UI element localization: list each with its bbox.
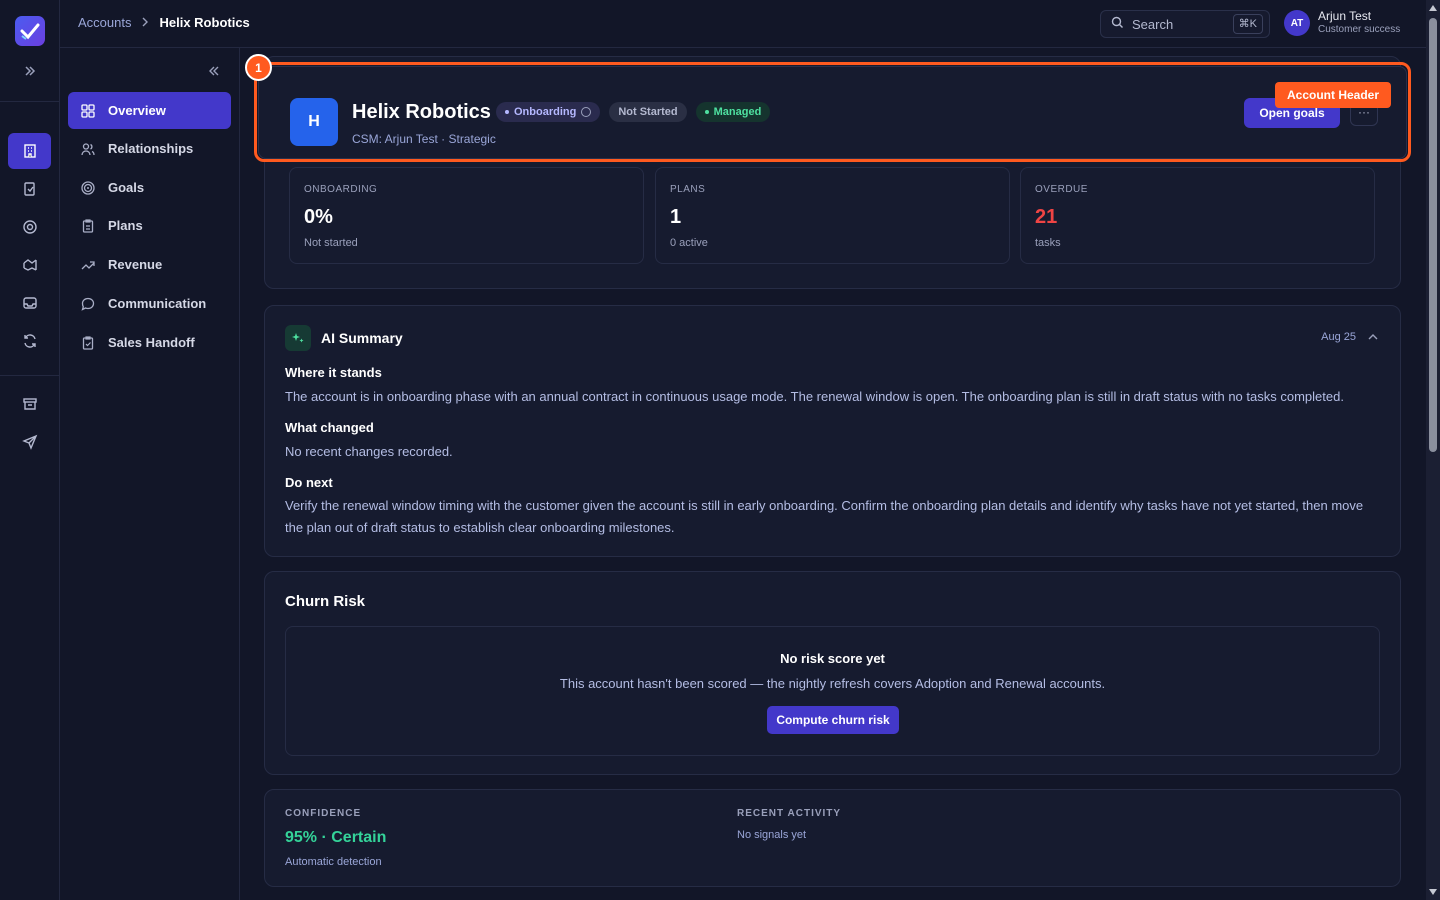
inbox-icon[interactable] [8,285,51,321]
scroll-up-arrow[interactable] [1429,5,1437,11]
scrollbar-thumb[interactable] [1429,18,1437,452]
trend-up-icon [80,257,96,273]
ai-summary-card: AI Summary Aug 25 Where it stands The ac… [264,305,1401,557]
collapse-sidebar-icon[interactable] [205,62,223,80]
stat-sub: 0 active [670,237,708,249]
churn-empty-state: No risk score yet This account hasn't be… [285,626,1380,756]
target-icon[interactable] [8,209,51,245]
expand-sidebar-icon[interactable] [18,61,42,81]
stat-sub: Not started [304,237,358,249]
confidence-sub: Automatic detection [285,856,382,868]
breadcrumb: Accounts Helix Robotics [78,15,250,30]
account-badges: Onboarding Not Started Managed [496,102,771,122]
compute-churn-risk-button[interactable]: Compute churn risk [767,706,899,734]
search-placeholder: Search [1132,16,1174,32]
handshake-icon[interactable] [8,247,51,283]
section-heading: Where it stands [285,365,382,380]
sidebar-item-overview[interactable]: Overview [68,92,231,129]
user-menu[interactable]: AT Arjun Test Customer success [1284,10,1400,36]
sidebar-item-label: Revenue [108,257,163,272]
file-check-icon[interactable] [8,171,51,207]
sidebar-item-label: Goals [108,180,145,195]
stat-label: OVERDUE [1035,184,1088,195]
clipboard-icon [80,218,96,234]
section-heading: Do next [285,475,333,490]
confidence-value: 95% · Certain [285,829,387,846]
recent-activity-label: RECENT ACTIVITY [737,808,842,819]
section-text: Verify the renewal window timing with th… [285,498,1364,535]
sidebar-item-communication[interactable]: Communication [68,285,231,322]
churn-risk-card: Churn Risk No risk score yet This accoun… [264,571,1401,775]
confidence-label: CONFIDENCE [285,808,362,819]
user-name: Arjun Test [1318,9,1372,23]
top-bar: Accounts Helix Robotics Search ⌘K AT Arj… [60,0,1426,48]
sidebar-item-relationships[interactable]: Relationships [68,130,231,167]
breadcrumb-current: Helix Robotics [159,15,250,30]
sidebar-item-plans[interactable]: Plans [68,207,231,244]
account-sidebar: Overview Relationships Goals Plans Reven… [60,48,240,900]
chevron-up-icon[interactable] [1366,330,1380,344]
stat-value: 21 [1035,206,1058,228]
sparkles-icon [285,325,311,351]
sidebar-item-label: Overview [108,103,166,118]
recent-activity-value: No signals yet [737,829,807,841]
highlight-number: 1 [245,54,272,81]
chevron-right-icon [141,15,149,30]
sidebar-item-sales-handoff[interactable]: Sales Handoff [68,324,231,361]
ai-summary-date: Aug 25 [1321,331,1356,343]
section-heading: What changed [285,420,374,435]
rail-divider [0,101,60,102]
search-shortcut: ⌘K [1232,14,1263,34]
clipboard-check-icon [80,335,96,351]
account-avatar: H [290,98,338,146]
refresh-icon[interactable] [8,323,51,359]
ai-summary-title: AI Summary [321,330,403,346]
search-icon [1111,16,1124,32]
search-box[interactable]: Search ⌘K [1100,10,1270,38]
building-icon[interactable] [8,133,51,169]
churn-title: Churn Risk [285,593,366,610]
scrollbar[interactable] [1426,0,1440,900]
empty-text: This account hasn't been scored — the ni… [559,676,1106,691]
chat-icon [80,296,96,312]
section-text: The account is in onboarding phase with … [285,389,1344,404]
archive-icon[interactable] [8,386,51,422]
account-subtitle: CSM: Arjun Test · Strategic [352,132,496,146]
info-icon [581,107,592,117]
target-icon [80,180,96,196]
rail-divider [0,375,60,376]
stat-label: ONBOARDING [304,184,378,195]
stat-onboarding: ONBOARDING 0% Not started [289,167,644,264]
account-header: H Helix Robotics Onboarding Not Started … [258,66,1407,159]
sidebar-item-goals[interactable]: Goals [68,169,231,206]
phase-badge[interactable]: Onboarding [496,102,601,122]
send-icon[interactable] [8,424,51,460]
sidebar-item-label: Sales Handoff [108,335,195,350]
stat-sub: tasks [1035,237,1061,249]
status-badge: Not Started [609,102,687,122]
avatar: AT [1284,10,1310,36]
sidebar-item-revenue[interactable]: Revenue [68,246,231,283]
mode-badge: Managed [695,102,771,122]
sidebar-item-label: Relationships [108,141,194,156]
users-icon [80,141,96,157]
highlight-tag: Account Header [1275,82,1392,108]
section-text: No recent changes recorded. [285,444,453,459]
empty-title: No risk score yet [780,651,885,666]
confidence-card: CONFIDENCE 95% · Certain Automatic detec… [264,789,1401,887]
sidebar-item-label: Communication [108,296,207,311]
account-name: Helix Robotics [352,101,491,123]
app-logo-icon[interactable] [15,16,45,46]
app-rail [0,0,60,900]
user-role: Customer success [1318,24,1401,35]
stat-value: 1 [670,206,682,228]
stat-label: PLANS [670,184,706,195]
stat-value: 0% [304,206,333,228]
grid-icon [80,103,96,119]
sidebar-item-label: Plans [108,218,143,233]
breadcrumb-accounts-link[interactable]: Accounts [78,15,131,30]
stat-overdue: OVERDUE 21 tasks [1020,167,1375,264]
scroll-down-arrow[interactable] [1429,889,1437,895]
stat-plans: PLANS 1 0 active [655,167,1010,264]
